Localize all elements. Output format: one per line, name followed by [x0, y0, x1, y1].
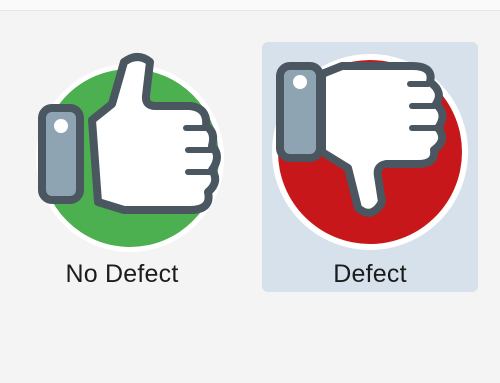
- no-defect-option[interactable]: No Defect: [14, 42, 230, 292]
- thumbs-down-icon: [262, 42, 478, 252]
- option-label-defect: Defect: [333, 260, 407, 288]
- option-label-no-defect: No Defect: [65, 260, 179, 288]
- defect-option[interactable]: Defect: [262, 42, 478, 292]
- thumbs-up-icon: [14, 42, 230, 252]
- top-bar: [0, 0, 500, 11]
